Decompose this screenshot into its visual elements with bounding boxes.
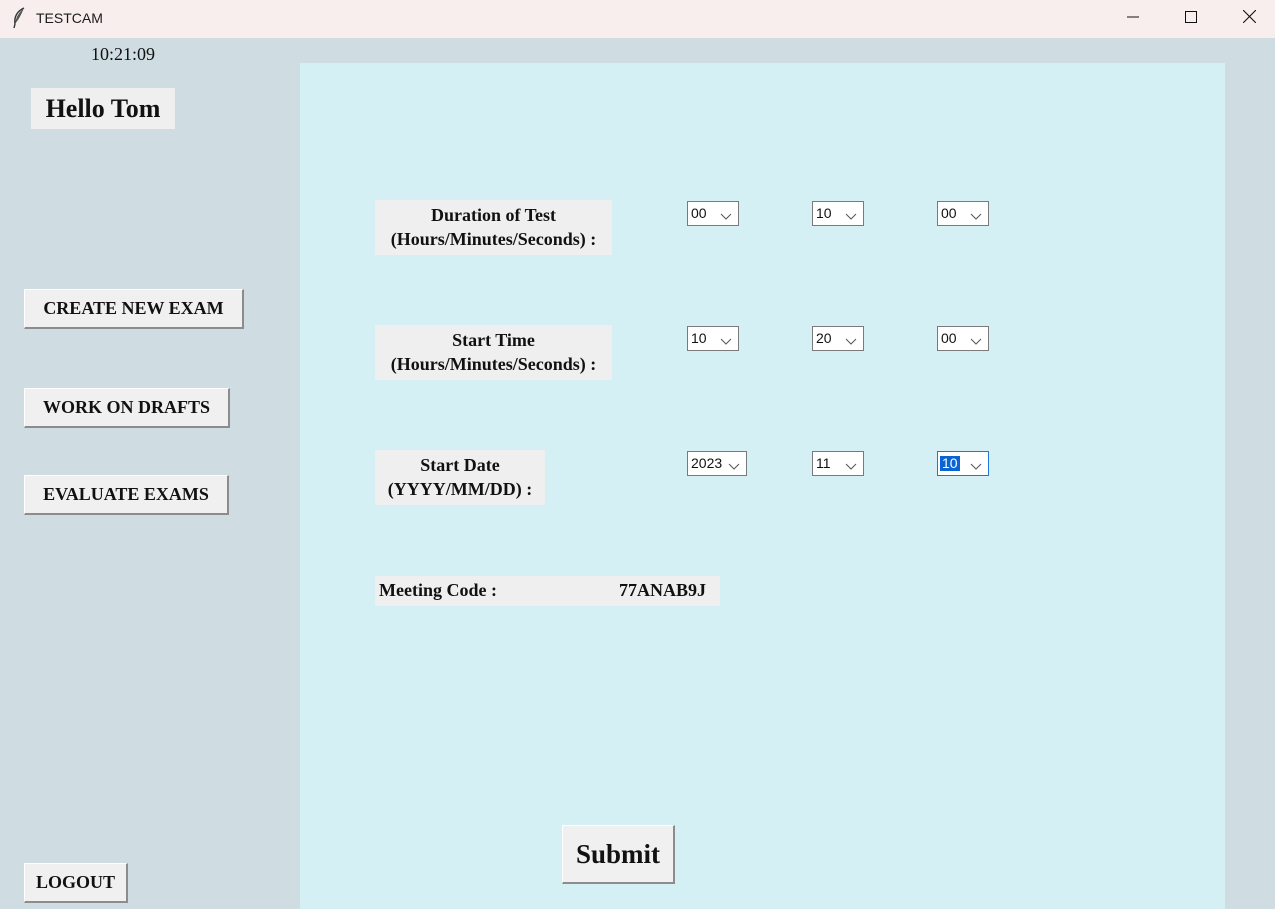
- meeting-code-value: 77ANAB9J: [619, 580, 707, 600]
- feather-icon: [11, 7, 27, 29]
- start-time-label-line1: Start Time: [452, 330, 535, 350]
- chevron-down-icon: [845, 208, 857, 220]
- title-bar: TESTCAM: [0, 0, 1275, 38]
- start-month-value: 11: [816, 455, 831, 471]
- window-title: TESTCAM: [36, 10, 103, 26]
- clock: 10:21:09: [91, 44, 156, 64]
- chevron-down-icon: [970, 458, 982, 470]
- minimize-icon: [1127, 10, 1139, 28]
- chevron-down-icon: [720, 333, 732, 345]
- start-hours-select[interactable]: 10: [687, 326, 739, 351]
- start-year-select[interactable]: 2023: [687, 451, 747, 476]
- minimize-button[interactable]: [1104, 0, 1162, 38]
- start-date-label: Start Date (YYYY/MM/DD) :: [375, 450, 545, 505]
- start-day-select[interactable]: 10: [937, 451, 989, 476]
- meeting-code-box: Meeting Code : 77ANAB9J: [375, 576, 720, 606]
- create-new-exam-button[interactable]: CREATE NEW EXAM: [24, 289, 244, 329]
- duration-label-line1: Duration of Test: [430, 205, 556, 225]
- chevron-down-icon: [728, 458, 740, 470]
- start-hours-value: 10: [691, 330, 707, 346]
- start-seconds-select[interactable]: 00: [937, 326, 989, 351]
- start-date-label-line1: Start Date: [420, 455, 500, 475]
- start-seconds-value: 00: [941, 330, 957, 346]
- submit-button[interactable]: Submit: [562, 825, 675, 884]
- close-icon: [1242, 9, 1256, 28]
- logout-button[interactable]: LOGOUT: [24, 863, 128, 903]
- duration-hours-value: 00: [691, 205, 707, 221]
- maximize-button[interactable]: [1162, 0, 1220, 38]
- meeting-code-label: Meeting Code :: [379, 580, 497, 600]
- duration-seconds-select[interactable]: 00: [937, 201, 989, 226]
- maximize-icon: [1185, 10, 1197, 28]
- start-minutes-select[interactable]: 20: [812, 326, 864, 351]
- chevron-down-icon: [845, 458, 857, 470]
- greeting-label: Hello Tom: [31, 88, 175, 129]
- chevron-down-icon: [970, 333, 982, 345]
- start-date-label-line2: (YYYY/MM/DD) :: [387, 479, 533, 499]
- start-day-value: 10: [940, 455, 960, 471]
- evaluate-exams-button[interactable]: EVALUATE EXAMS: [24, 475, 229, 515]
- start-month-select[interactable]: 11: [812, 451, 864, 476]
- close-button[interactable]: [1220, 0, 1275, 38]
- chevron-down-icon: [845, 333, 857, 345]
- duration-seconds-value: 00: [941, 205, 957, 221]
- start-time-label: Start Time (Hours/Minutes/Seconds) :: [375, 325, 612, 380]
- duration-label: Duration of Test (Hours/Minutes/Seconds)…: [375, 200, 612, 255]
- start-minutes-value: 20: [816, 330, 832, 346]
- start-year-value: 2023: [691, 455, 723, 471]
- duration-label-line2: (Hours/Minutes/Seconds) :: [390, 229, 597, 249]
- duration-minutes-select[interactable]: 10: [812, 201, 864, 226]
- duration-minutes-value: 10: [816, 205, 832, 221]
- chevron-down-icon: [970, 208, 982, 220]
- work-on-drafts-button[interactable]: WORK ON DRAFTS: [24, 388, 230, 428]
- start-time-label-line2: (Hours/Minutes/Seconds) :: [390, 354, 597, 374]
- chevron-down-icon: [720, 208, 732, 220]
- duration-hours-select[interactable]: 00: [687, 201, 739, 226]
